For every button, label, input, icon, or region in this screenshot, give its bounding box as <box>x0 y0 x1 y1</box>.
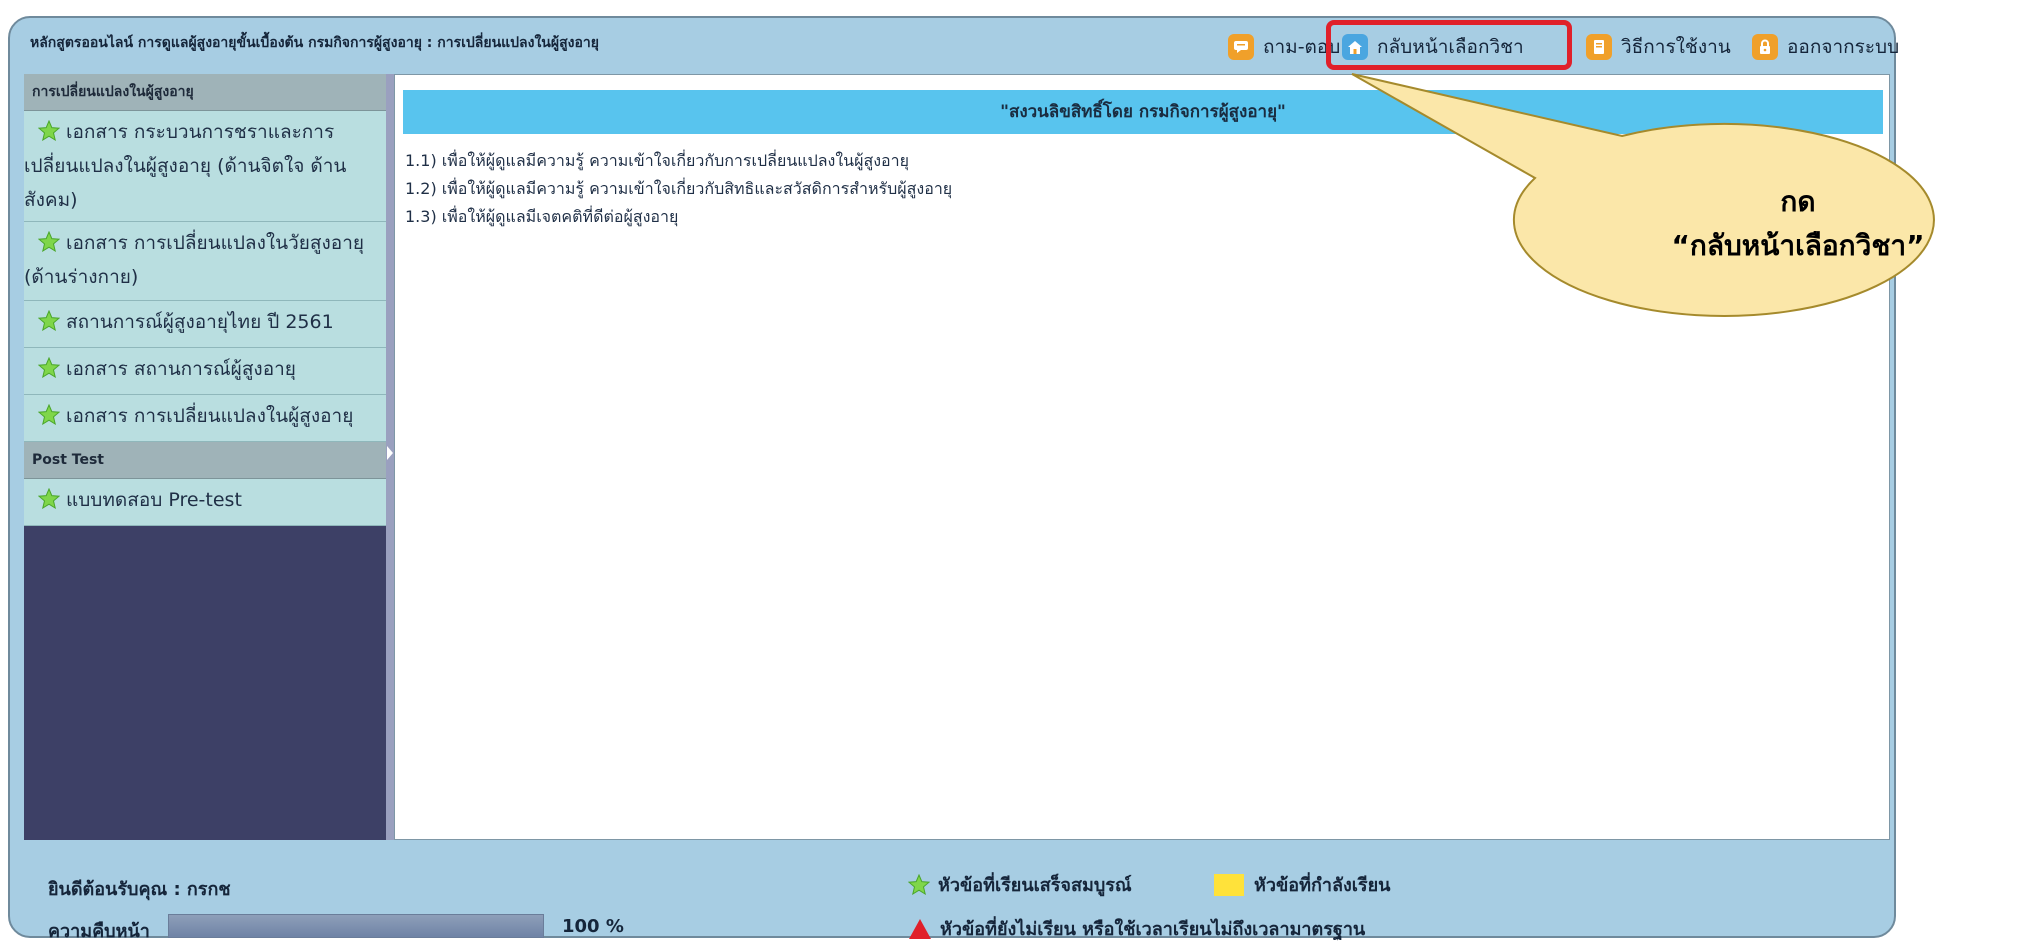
star-icon <box>38 231 60 252</box>
legend-completed-label: หัวข้อที่เรียนเสร็จสมบูรณ์ <box>938 875 1132 896</box>
course-title: หลักสูตรออนไลน์ การดูแลผู้สูงอายุขั้นเบื… <box>30 35 599 51</box>
collapse-arrow-icon <box>387 446 393 460</box>
callout-line1: กด <box>1780 185 1816 218</box>
sidebar-item-document-physical[interactable]: เอกสาร การเปลี่ยนแปลงในวัยสูงอายุ (ด้านร… <box>24 222 386 301</box>
nav-qa-button[interactable]: ถาม-ตอบ <box>1228 30 1340 64</box>
nav-help-label: วิธีการใช้งาน <box>1621 36 1731 58</box>
legend-in-progress-label: หัวข้อที่กำลังเรียน <box>1254 875 1391 896</box>
copyright-banner: "สงวนลิขสิทธิ์โดย กรมกิจการผู้สูงอายุ" <box>403 90 1883 134</box>
welcome-text: ยินดีต้อนรับคุณ : กรกช <box>48 879 231 900</box>
progress-label: ความคืบหน้า <box>48 921 150 942</box>
sidebar-item-label: เอกสาร กระบวนการชราและการเปลี่ยนแปลงในผู… <box>24 121 347 211</box>
progress-bar <box>168 914 544 938</box>
star-icon <box>38 310 60 331</box>
sidebar-section-post-test: Post Test <box>24 442 386 479</box>
warning-triangle-icon <box>909 918 931 939</box>
sidebar-item-label: เอกสาร การเปลี่ยนแปลงในวัยสูงอายุ (ด้านร… <box>24 232 364 288</box>
objective-item: 1.1) เพื่อให้ผู้ดูแลมีความรู้ ความเข้าใจ… <box>405 151 910 170</box>
sidebar-item-label: เอกสาร การเปลี่ยนแปลงในผู้สูงอายุ <box>66 405 354 427</box>
progress-fill <box>169 915 543 937</box>
objective-item: 1.2) เพื่อให้ผู้ดูแลมีความรู้ ความเข้าใจ… <box>405 179 953 198</box>
app-frame: หลักสูตรออนไลน์ การดูแลผู้สูงอายุขั้นเบื… <box>8 16 1899 942</box>
legend-completed: หัวข้อที่เรียนเสร็จสมบูรณ์ <box>908 870 1132 899</box>
chat-icon <box>1228 34 1254 60</box>
progress-percent: 100 % <box>562 916 624 937</box>
sidebar-item-document-changes[interactable]: เอกสาร การเปลี่ยนแปลงในผู้สูงอายุ <box>24 395 386 442</box>
sidebar-item-label: แบบทดสอบ Pre-test <box>66 489 242 511</box>
sidebar-item-pre-test[interactable]: แบบทดสอบ Pre-test <box>24 479 386 526</box>
sidebar-item-document-situation[interactable]: เอกสาร สถานการณ์ผู้สูงอายุ <box>24 348 386 395</box>
sidebar-section-title: การเปลี่ยนแปลงในผู้สูงอายุ <box>24 74 386 111</box>
sidebar-item-document-aging[interactable]: เอกสาร กระบวนการชราและการเปลี่ยนแปลงในผู… <box>24 111 386 222</box>
sidebar: การเปลี่ยนแปลงในผู้สูงอายุ เอกสาร กระบวน… <box>24 74 386 840</box>
star-icon <box>908 874 930 895</box>
yellow-square-icon <box>1214 873 1244 896</box>
sidebar-collapse-handle[interactable] <box>386 74 394 840</box>
help-icon <box>1586 34 1612 60</box>
lock-icon <box>1752 34 1778 60</box>
objective-item: 1.3) เพื่อให้ผู้ดูแลมีเจตคติที่ดีต่อผู้ส… <box>405 207 679 226</box>
content-panel: "สงวนลิขสิทธิ์โดย กรมกิจการผู้สูงอายุ" 1… <box>394 74 1890 840</box>
star-icon <box>38 488 60 509</box>
legend-in-progress: หัวข้อที่กำลังเรียน <box>1214 870 1390 899</box>
star-icon <box>38 404 60 425</box>
star-icon <box>38 357 60 378</box>
highlight-box <box>1326 20 1572 70</box>
sidebar-item-label: สถานการณ์ผู้สูงอายุไทย ปี 2561 <box>66 311 334 333</box>
sidebar-item-label: เอกสาร สถานการณ์ผู้สูงอายุ <box>66 358 296 380</box>
callout-line2: “กลับหน้าเลือกวิชา” <box>1671 229 1925 262</box>
nav-logout-button[interactable]: ออกจากระบบ <box>1752 30 1899 64</box>
nav-logout-label: ออกจากระบบ <box>1787 36 1900 58</box>
star-icon <box>38 120 60 141</box>
top-bar: หลักสูตรออนไลน์ การดูแลผู้สูงอายุขั้นเบื… <box>10 18 1899 74</box>
nav-help-button[interactable]: วิธีการใช้งาน <box>1586 30 1731 64</box>
sidebar-item-thai-elderly-situation[interactable]: สถานการณ์ผู้สูงอายุไทย ปี 2561 <box>24 301 386 348</box>
